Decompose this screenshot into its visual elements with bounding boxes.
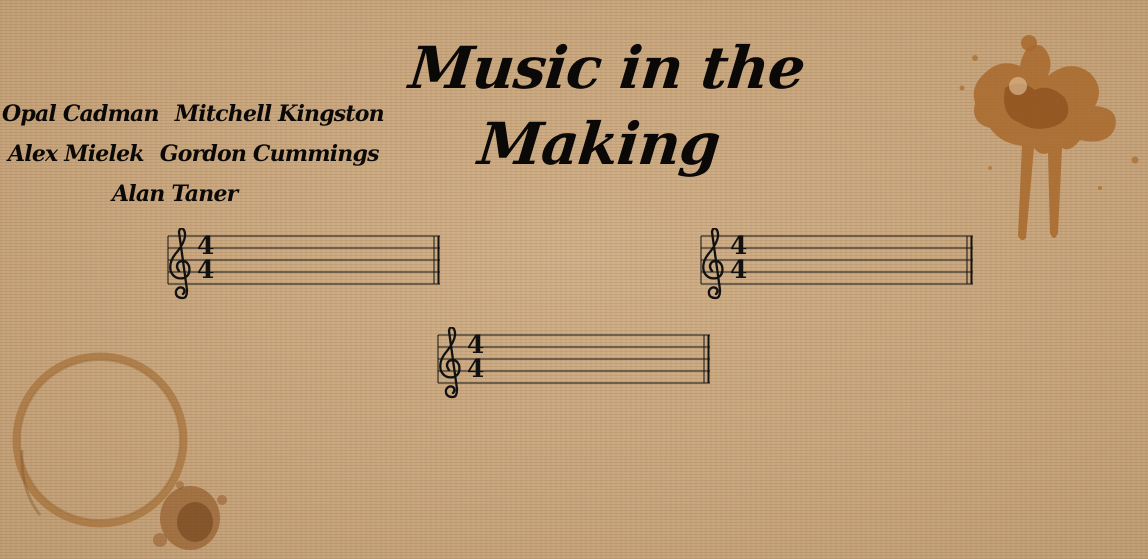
credit-line: Opal Cadman Mitchell Kingston [0,94,385,134]
credit-line: Alan Taner [0,174,340,214]
time-signature-bottom: 4 [197,255,214,284]
page-title: Music in the Making [405,34,808,178]
credit-name: Gordon Cummings [159,141,380,167]
music-staff[interactable]: 4 4 [698,228,976,306]
treble-clef-icon [702,228,724,300]
credit-line: Alex Mielek Gordon Cummings [0,134,379,174]
credit-name: Mitchell Kingston [174,101,385,127]
treble-clef-icon [169,228,191,300]
credits: Opal Cadman Mitchell Kingston Alex Mielek… [0,94,385,214]
credit-name: Alex Mielek [8,141,145,167]
music-staff[interactable]: 4 4 [435,327,713,405]
treble-clef-icon [439,327,461,399]
time-signature-bottom: 4 [467,354,484,383]
coffee-splash-stain [959,35,1139,241]
credit-name: Alan Taner [112,181,238,207]
music-staff[interactable]: 4 4 [165,228,443,306]
credit-name: Opal Cadman [2,101,160,127]
time-signature-bottom: 4 [730,255,747,284]
coffee-ring-stain [12,352,227,550]
